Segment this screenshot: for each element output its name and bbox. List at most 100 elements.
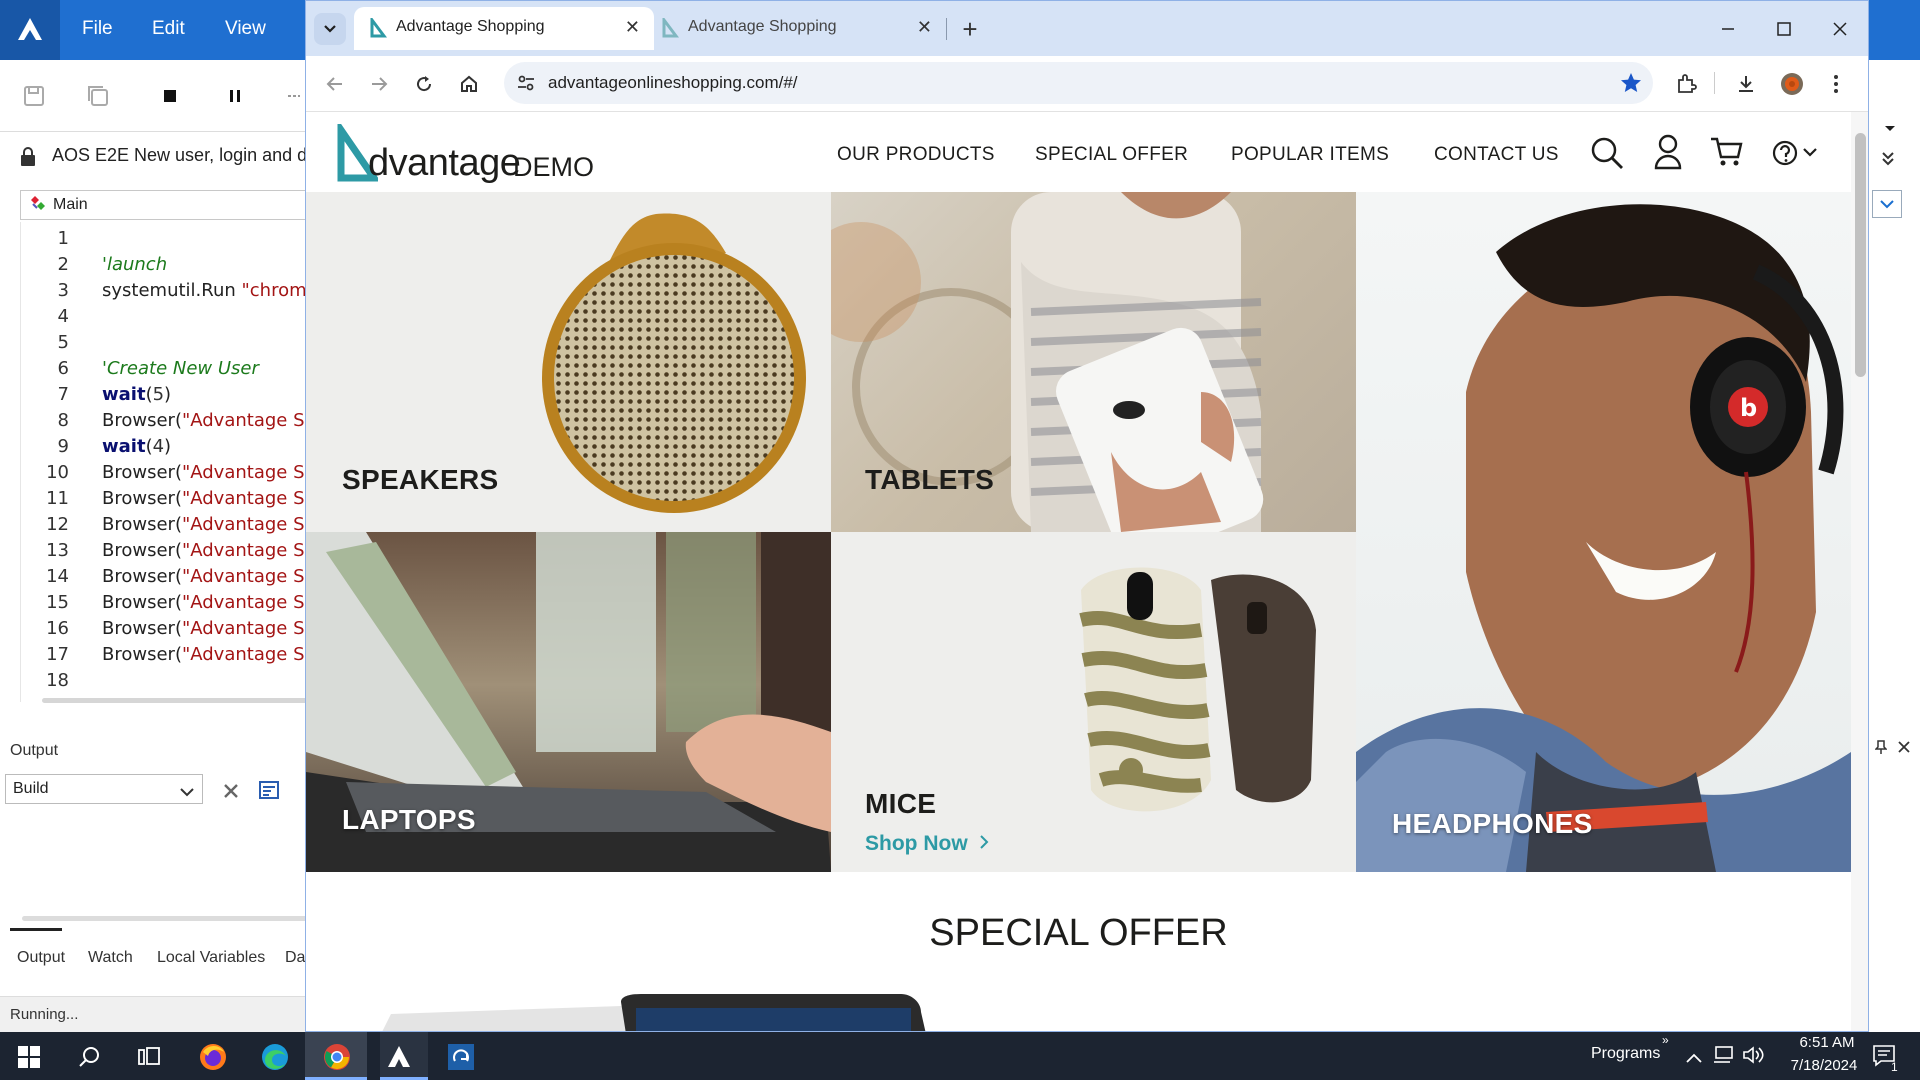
search-icon[interactable] [72, 1040, 106, 1074]
back-button[interactable] [317, 66, 353, 102]
code-line[interactable]: 2 'launch [21, 254, 310, 280]
code-line[interactable]: 9 wait(4) [21, 436, 310, 462]
code-line[interactable]: 12 Browser("Advantage Sho [21, 514, 310, 540]
menu-edit[interactable]: Edit [152, 18, 185, 40]
tab-data[interactable]: Da [285, 949, 305, 967]
task-view-icon[interactable] [132, 1040, 166, 1074]
user-account-icon[interactable] [1654, 134, 1682, 175]
category-mice-tile[interactable]: MICE Shop Now [831, 532, 1356, 872]
save-icon[interactable] [22, 84, 46, 108]
nav-popular-items[interactable]: POPULAR ITEMS [1231, 144, 1389, 166]
minimize-button[interactable] [1704, 9, 1752, 49]
forward-button[interactable] [361, 66, 397, 102]
pin-icon[interactable] [1874, 740, 1888, 759]
stop-icon[interactable] [158, 84, 182, 108]
output-horizontal-scrollbar[interactable] [22, 916, 310, 921]
profile-avatar-icon[interactable] [1774, 66, 1810, 102]
code-line[interactable]: 8 Browser("Advantage Sho [21, 410, 310, 436]
tab-local-variables[interactable]: Local Variables [157, 949, 265, 967]
clock-time[interactable]: 6:51 AM [1782, 1034, 1872, 1051]
downloads-icon[interactable] [1728, 66, 1764, 102]
tab-search-button[interactable] [314, 13, 346, 45]
nav-our-products[interactable]: OUR PRODUCTS [837, 144, 995, 166]
clear-output-icon[interactable] [222, 782, 240, 805]
site-info-icon[interactable] [516, 73, 536, 98]
tab-close-icon[interactable]: ✕ [625, 17, 640, 38]
close-window-button[interactable] [1816, 9, 1864, 49]
save-all-icon[interactable] [86, 84, 110, 108]
category-laptops-label[interactable]: LAPTOPS [342, 804, 476, 836]
menu-view[interactable]: View [225, 18, 266, 40]
double-chevron-up-icon[interactable]: » [1662, 1033, 1669, 1047]
pause-icon[interactable] [223, 84, 247, 108]
category-headphones-label[interactable]: HEADPHONES [1392, 808, 1593, 840]
category-headphones-tile[interactable]: b HEADPHONES [1356, 192, 1851, 872]
show-hidden-icons[interactable] [1686, 1050, 1702, 1068]
tab-watch[interactable]: Watch [88, 949, 133, 967]
output-source-select[interactable]: Build [5, 774, 203, 804]
code-line[interactable]: 17 Browser("Advantage Sho [21, 644, 310, 670]
nav-contact-us[interactable]: CONTACT US [1434, 144, 1559, 166]
chrome-icon[interactable] [320, 1040, 354, 1074]
chevron-down-icon[interactable] [1884, 120, 1896, 138]
line-number: 4 [57, 306, 69, 327]
extensions-icon[interactable] [1668, 66, 1704, 102]
tab-close-icon[interactable]: ✕ [917, 17, 932, 38]
more-menu-icon[interactable] [1818, 66, 1854, 102]
help-icon[interactable] [1772, 139, 1820, 172]
close-panel-icon[interactable] [1898, 740, 1910, 758]
reload-button[interactable] [406, 66, 442, 102]
category-laptops-tile[interactable]: LAPTOPS [306, 532, 831, 872]
category-tablets-tile[interactable]: TABLETS [831, 192, 1356, 532]
code-line[interactable]: 6 'Create New User [21, 358, 310, 384]
code-line[interactable]: 16 Browser("Advantage Sho [21, 618, 310, 644]
word-wrap-icon[interactable] [259, 781, 279, 804]
nav-special-offer[interactable]: SPECIAL OFFER [1035, 144, 1188, 166]
search-icon[interactable] [1590, 136, 1624, 175]
new-tab-button[interactable]: + [954, 13, 986, 45]
page-scrollbar-thumb[interactable] [1855, 133, 1866, 377]
editor-horizontal-scrollbar[interactable] [42, 698, 310, 703]
address-bar[interactable]: advantageonlineshopping.com/#/ [504, 62, 1653, 104]
browser-tab[interactable]: Advantage Shopping ✕ [646, 7, 946, 50]
maximize-button[interactable] [1760, 9, 1808, 49]
remote-agent-icon[interactable] [444, 1040, 478, 1074]
category-speakers-label[interactable]: SPEAKERS [342, 464, 498, 496]
panel-dropdown-button[interactable] [1872, 190, 1902, 218]
menu-file[interactable]: File [82, 18, 113, 40]
start-button-icon[interactable] [12, 1040, 46, 1074]
category-mice-label[interactable]: MICE [865, 788, 936, 820]
code-line[interactable]: 7 wait(5) [21, 384, 310, 410]
bookmark-star-icon[interactable] [1619, 71, 1643, 100]
firefox-icon[interactable] [196, 1040, 230, 1074]
code-line[interactable]: 11 Browser("Advantage Sho [21, 488, 310, 514]
browser-tab-active[interactable]: Advantage Shopping ✕ [354, 7, 654, 50]
clock-date[interactable]: 7/18/2024 [1778, 1057, 1870, 1074]
code-line[interactable]: 4 [21, 306, 310, 332]
tray-programs-label[interactable]: Programs [1591, 1045, 1660, 1063]
category-speakers-tile[interactable]: SPEAKERS [306, 192, 831, 532]
category-tablets-label[interactable]: TABLETS [865, 464, 994, 496]
edge-icon[interactable] [258, 1040, 292, 1074]
code-line[interactable]: 3 systemutil.Run "chrome [21, 280, 310, 306]
volume-icon[interactable] [1742, 1045, 1766, 1070]
shop-now-link[interactable]: Shop Now [865, 832, 990, 856]
code-line[interactable]: 18 [21, 670, 310, 696]
code-editor[interactable]: 12'launch3systemutil.Run "chrome4 56'Crea… [20, 222, 310, 702]
code-line[interactable]: 5 [21, 332, 310, 358]
procedure-selector[interactable]: Main [20, 190, 310, 220]
logo-wordmark[interactable]: dvantage [368, 142, 521, 185]
network-icon[interactable] [1712, 1045, 1734, 1070]
double-chevron-icon[interactable] [1880, 150, 1896, 171]
tab-output[interactable]: Output [17, 949, 65, 967]
ide-logo-icon[interactable] [0, 0, 60, 60]
code-line[interactable]: 10 Browser("Advantage Sho [21, 462, 310, 488]
ide-app-icon[interactable] [382, 1040, 416, 1074]
shopping-cart-icon[interactable] [1710, 136, 1744, 173]
code-line[interactable]: 1 [21, 228, 310, 254]
code-text: Browser("Advantage Sho [102, 410, 310, 431]
home-button[interactable] [451, 66, 487, 102]
code-line[interactable]: 13 Browser("Advantage Sho [21, 540, 310, 566]
code-line[interactable]: 14 Browser("Advantage Sho [21, 566, 310, 592]
code-line[interactable]: 15 Browser("Advantage Sho [21, 592, 310, 618]
